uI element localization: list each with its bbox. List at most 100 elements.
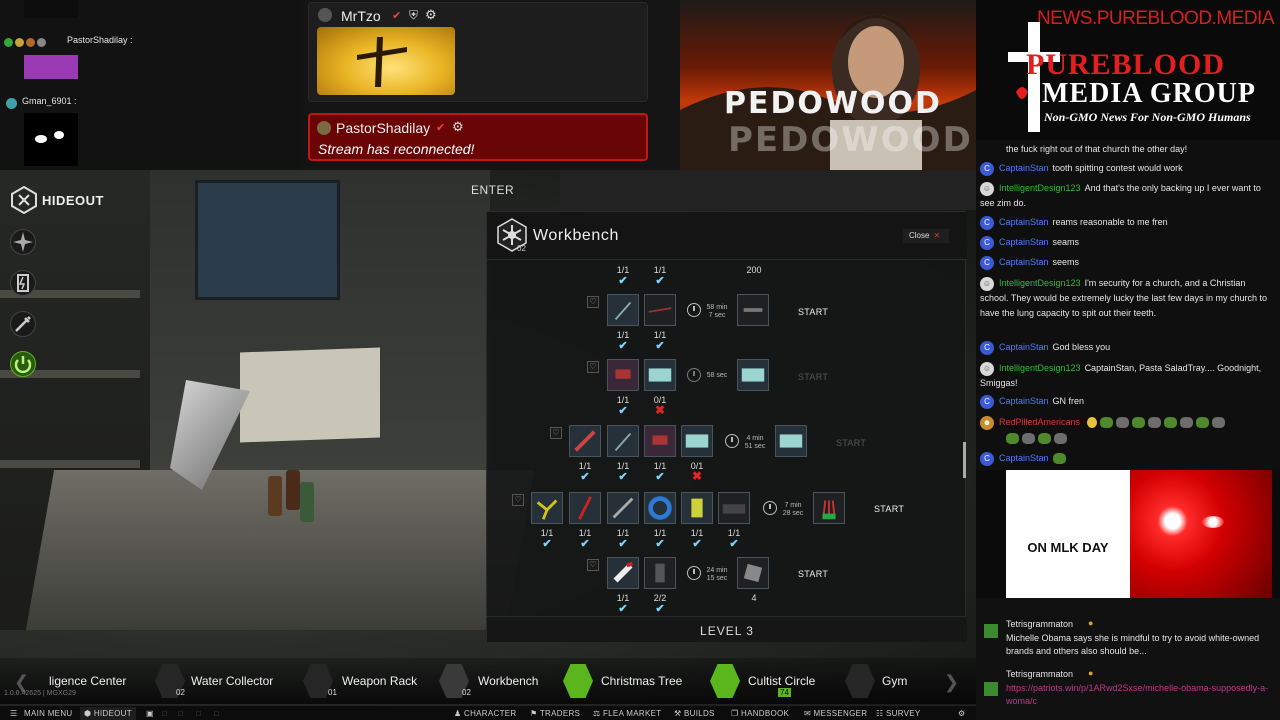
zone-gym[interactable]: Gym <box>845 658 925 704</box>
flea-market-button[interactable]: ⚖ FLEA MARKET <box>593 709 661 718</box>
power-icon[interactable] <box>10 351 36 377</box>
output-slot[interactable] <box>737 557 769 589</box>
clock-icon <box>687 566 701 580</box>
ingredient-slot[interactable] <box>607 294 639 326</box>
output-qty: 200 <box>746 265 762 275</box>
ingredient-slot[interactable] <box>569 492 601 524</box>
next-level-label[interactable]: LEVEL 3 <box>487 624 967 638</box>
generator-icon[interactable] <box>10 270 36 296</box>
chat-username[interactable]: IntelligentDesign123 <box>999 278 1081 288</box>
chat-message: ☻ RedPilledAmericans <box>980 415 1270 430</box>
hideout-logo-icon <box>11 186 37 214</box>
fan-icon[interactable] <box>10 229 36 255</box>
menu-icon[interactable]: ☰ <box>10 709 17 718</box>
scrollbar[interactable] <box>963 442 966 478</box>
chat-username[interactable]: Tetrisgrammaton <box>1006 668 1073 681</box>
chat-username[interactable]: CaptainStan <box>999 453 1049 463</box>
ingredient-slot[interactable] <box>607 492 639 524</box>
messenger-button[interactable]: ✉ MESSENGER <box>804 709 867 718</box>
zone-label: Gym <box>882 674 908 688</box>
chat-link[interactable]: https://patriots.win/p/1ARwd2Sxse/michel… <box>1006 682 1271 708</box>
favorite-icon[interactable]: ♡ <box>587 559 599 571</box>
ingredient-slot[interactable] <box>718 492 750 524</box>
ingredient-slot[interactable] <box>644 492 676 524</box>
ingredient-slot[interactable] <box>531 492 563 524</box>
zone-weapon-rack[interactable]: 01 Weapon Rack <box>303 658 433 704</box>
handbook-label: HANDBOOK <box>741 709 790 718</box>
chat-username: Gman_6901 : <box>22 96 77 106</box>
slot-icon[interactable]: □ <box>162 709 167 718</box>
main-menu-button[interactable]: MAIN MENU <box>24 709 72 718</box>
chat-username[interactable]: CaptainStan <box>999 257 1049 267</box>
hideout-button[interactable]: ⬢ HIDEOUT <box>80 707 136 720</box>
brand-line-2: MEDIA GROUP <box>1042 78 1256 109</box>
user-badge-icon: C <box>980 215 994 230</box>
notification-icon[interactable]: ▣ <box>146 709 154 718</box>
builds-button[interactable]: ⚒ BUILDS <box>674 709 715 718</box>
start-button[interactable]: START <box>798 569 828 579</box>
gear-icon[interactable]: ⚙ <box>425 7 437 23</box>
enter-prompt[interactable]: ENTER <box>471 183 514 197</box>
slot-icon[interactable]: □ <box>196 709 201 718</box>
zone-cultist-circle[interactable]: 74 Cultist Circle <box>710 658 830 704</box>
zone-christmas-tree[interactable]: Christmas Tree <box>563 658 693 704</box>
chat-username[interactable]: CaptainStan <box>999 396 1049 406</box>
zone-water-collector[interactable]: 02 Water Collector <box>155 658 295 704</box>
zone-intelligence-center[interactable]: ligence Center <box>40 658 150 704</box>
favorite-icon[interactable]: ♡ <box>587 361 599 373</box>
craft-time: 58 min 7 sec <box>706 304 728 319</box>
chat-username[interactable]: CaptainStan <box>999 237 1049 247</box>
check-icon: ✔ <box>580 538 590 550</box>
clock-icon <box>687 303 701 317</box>
user-badge-icon: C <box>980 451 994 466</box>
gear-icon[interactable]: ⚙ <box>452 119 464 135</box>
ingredient-slot[interactable] <box>681 425 713 457</box>
handbook-button[interactable]: ❐ HANDBOOK <box>731 709 789 718</box>
emote-image <box>24 113 78 166</box>
ingredient-slot[interactable] <box>644 359 676 391</box>
ingredient-slot[interactable] <box>607 425 639 457</box>
start-button[interactable]: START <box>798 372 828 382</box>
user-badge-icon: C <box>980 255 994 270</box>
chat-username[interactable]: IntelligentDesign123 <box>999 363 1081 373</box>
ingredient-slot[interactable] <box>644 294 676 326</box>
survey-button[interactable]: ☷ SURVEY <box>876 709 921 718</box>
frog-emote-icon <box>1052 453 1066 465</box>
zone-workbench[interactable]: 02 Workbench <box>439 658 559 704</box>
slot-icon[interactable]: □ <box>214 709 219 718</box>
output-slot[interactable] <box>737 359 769 391</box>
close-button[interactable]: Close ✕ <box>903 229 949 243</box>
favorite-icon[interactable]: ♡ <box>512 494 524 506</box>
ingredient-slot[interactable] <box>607 557 639 589</box>
start-button[interactable]: START <box>798 307 828 317</box>
settings-icon[interactable]: ⚙ <box>958 709 965 718</box>
ingredient-slot[interactable] <box>644 425 676 457</box>
cultist-circle-icon <box>710 664 740 698</box>
chat-username[interactable]: CaptainStan <box>999 342 1049 352</box>
start-button[interactable]: START <box>836 438 866 448</box>
chat-message-card: MrTzo ✔ ⛨ ⚙ <box>308 2 648 102</box>
output-slot[interactable] <box>737 294 769 326</box>
chat-username[interactable]: IntelligentDesign123 <box>999 183 1081 193</box>
output-slot[interactable] <box>813 492 845 524</box>
chevron-right-icon[interactable]: ❯ <box>944 672 959 693</box>
chat-username[interactable]: CaptainStan <box>999 163 1049 173</box>
favorite-icon[interactable]: ♡ <box>550 427 562 439</box>
chat-username[interactable]: RedPilledAmericans <box>999 417 1080 427</box>
syringe-icon[interactable] <box>10 311 36 337</box>
ingredient-slot[interactable] <box>569 425 601 457</box>
check-icon: ✔ <box>655 340 665 352</box>
ingredient-slot[interactable] <box>644 557 676 589</box>
chat-message: C CaptainStan GN fren <box>980 394 1270 409</box>
output-slot[interactable] <box>775 425 807 457</box>
slot-icon[interactable]: □ <box>178 709 183 718</box>
ingredient-slot[interactable] <box>681 492 713 524</box>
builds-label: BUILDS <box>684 709 715 718</box>
character-button[interactable]: ♟ CHARACTER <box>454 709 516 718</box>
ingredient-slot[interactable] <box>607 359 639 391</box>
favorite-icon[interactable]: ♡ <box>587 296 599 308</box>
chat-username[interactable]: Tetrisgrammaton <box>1006 618 1073 631</box>
chat-username[interactable]: CaptainStan <box>999 217 1049 227</box>
traders-button[interactable]: ⚑ TRADERS <box>530 709 580 718</box>
start-button[interactable]: START <box>874 504 904 514</box>
